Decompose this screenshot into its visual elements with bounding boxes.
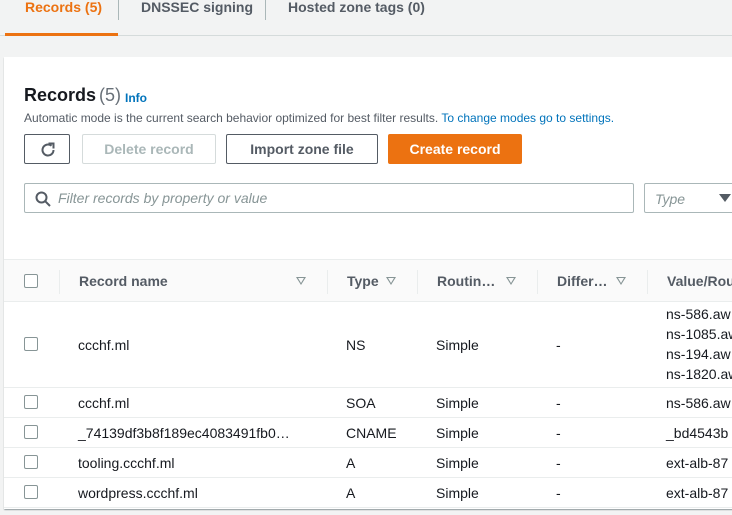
type-filter-placeholder: Type xyxy=(655,191,686,207)
sort-icon[interactable] xyxy=(616,277,626,285)
record-type: CNAME xyxy=(346,425,397,441)
column-header-value[interactable]: Value/Rou xyxy=(667,260,732,303)
record-name[interactable]: wordpress.ccchf.ml xyxy=(78,485,198,501)
delete-record-button[interactable]: Delete record xyxy=(82,134,216,164)
tab-dnssec-signing[interactable]: DNSSEC signing xyxy=(119,0,265,36)
record-differentiator: - xyxy=(556,455,561,471)
sort-icon[interactable] xyxy=(296,277,306,285)
record-differentiator: - xyxy=(556,485,561,501)
create-record-button[interactable]: Create record xyxy=(388,134,522,164)
record-differentiator: - xyxy=(556,425,561,441)
search-input[interactable] xyxy=(58,189,618,207)
record-routing: Simple xyxy=(436,485,479,501)
record-type: A xyxy=(346,455,356,471)
record-value: ext-alb-87 xyxy=(666,485,729,501)
record-value: ns-1085.aw xyxy=(666,326,732,342)
table-row[interactable]: ccchf.ml SOA Simple - ns-586.aw xyxy=(4,388,732,418)
column-divider xyxy=(327,270,328,294)
record-differentiator: - xyxy=(556,337,561,353)
row-checkbox[interactable] xyxy=(24,425,38,439)
tab-dnssec-label: DNSSEC signing xyxy=(141,0,254,15)
record-routing: Simple xyxy=(436,337,479,353)
refresh-button[interactable] xyxy=(24,134,70,164)
tab-bar: Records (5) DNSSEC signing Hosted zone t… xyxy=(0,0,732,36)
tab-records[interactable]: Records (5) xyxy=(5,0,118,36)
column-divider xyxy=(647,270,648,294)
search-box[interactable] xyxy=(24,183,634,213)
search-icon xyxy=(35,191,51,207)
record-routing: Simple xyxy=(436,395,479,411)
record-routing: Simple xyxy=(436,425,479,441)
records-panel: Records (5) Info Automatic mode is the cu… xyxy=(4,57,732,509)
column-header-record-name[interactable]: Record name xyxy=(79,260,168,303)
record-value: _bd4543b xyxy=(666,425,729,441)
tab-hosted-zone-tags[interactable]: Hosted zone tags (0) xyxy=(266,0,446,36)
refresh-icon xyxy=(41,142,55,157)
record-value: ns-194.aw xyxy=(666,346,731,362)
description-text: Automatic mode is the current search beh… xyxy=(24,111,439,125)
record-value: ns-586.aw xyxy=(666,395,731,411)
column-divider xyxy=(59,270,60,294)
table-row[interactable]: wordpress.ccchf.ml A Simple - ext-alb-87 xyxy=(4,478,732,508)
column-divider xyxy=(417,270,418,294)
record-routing: Simple xyxy=(436,455,479,471)
table-row[interactable]: tooling.ccchf.ml A Simple - ext-alb-87 xyxy=(4,448,732,478)
record-name[interactable]: tooling.ccchf.ml xyxy=(78,455,174,471)
row-checkbox[interactable] xyxy=(24,337,38,351)
record-differentiator: - xyxy=(556,395,561,411)
record-name[interactable]: ccchf.ml xyxy=(78,395,129,411)
table-row[interactable]: ccchf.ml NS Simple - ns-586.aw ns-1085.a… xyxy=(4,302,732,388)
record-name[interactable]: ccchf.ml xyxy=(78,337,129,353)
record-count: (5) xyxy=(99,85,122,105)
row-checkbox[interactable] xyxy=(24,485,38,499)
table-row[interactable]: _74139df3b8f189ec4083491fb0… CNAME Simpl… xyxy=(4,418,732,448)
panel-title: Records (5) xyxy=(24,85,121,106)
row-checkbox[interactable] xyxy=(24,455,38,469)
column-header-differentiator[interactable]: Differ… xyxy=(557,260,608,303)
record-type: A xyxy=(346,485,356,501)
settings-link[interactable]: To change modes go to settings. xyxy=(441,111,614,125)
select-all-checkbox[interactable] xyxy=(24,274,38,288)
table-header: Record name Type Routin… Differ… Value/R… xyxy=(4,259,732,302)
record-value: ns-586.aw xyxy=(666,306,731,322)
sort-icon[interactable] xyxy=(506,277,516,285)
column-divider xyxy=(537,270,538,294)
panel-title-text: Records xyxy=(24,85,97,105)
tab-records-label: Records (5) xyxy=(25,0,103,15)
record-type: SOA xyxy=(346,395,376,411)
row-checkbox[interactable] xyxy=(24,395,38,409)
column-header-type[interactable]: Type xyxy=(347,260,379,303)
record-value: ext-alb-87 xyxy=(666,455,729,471)
record-type: NS xyxy=(346,337,366,353)
sort-icon[interactable] xyxy=(386,277,396,285)
column-header-routing[interactable]: Routin… xyxy=(437,260,495,303)
tab-tags-label: Hosted zone tags (0) xyxy=(288,0,425,15)
search-mode-description: Automatic mode is the current search beh… xyxy=(24,111,614,125)
type-filter-select[interactable]: Type xyxy=(644,183,732,213)
record-values: ns-586.aw ns-1085.aw ns-194.aw ns-1820.a… xyxy=(666,304,732,384)
info-link[interactable]: Info xyxy=(125,91,147,105)
caret-down-icon xyxy=(719,194,731,202)
record-name[interactable]: _74139df3b8f189ec4083491fb0… xyxy=(78,425,290,441)
import-zone-file-button[interactable]: Import zone file xyxy=(226,134,378,164)
record-value: ns-1820.aw xyxy=(666,366,732,382)
